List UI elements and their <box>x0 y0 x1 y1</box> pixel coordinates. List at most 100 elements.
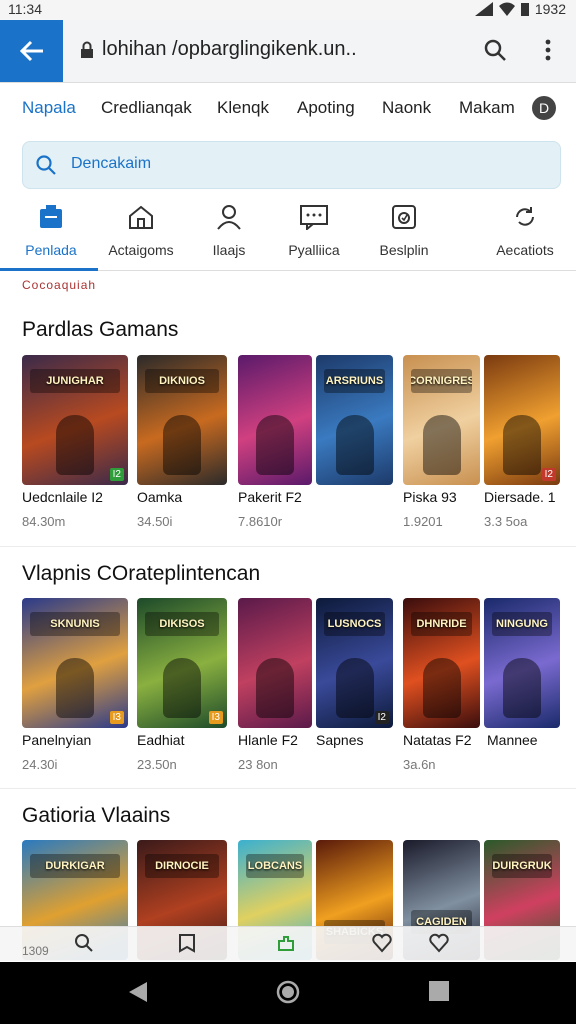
nav-label: Beslplin <box>379 242 429 258</box>
category-tab[interactable]: Credlianqak <box>101 98 192 118</box>
cover-logo: SKNUNIS <box>30 612 120 636</box>
category-tab[interactable]: Makam <box>459 98 515 118</box>
back-icon[interactable] <box>127 980 149 1004</box>
game-title[interactable]: Sapnes <box>316 732 363 748</box>
cover-logo: DURKIGAR <box>30 854 120 878</box>
game-title[interactable]: Panelnyian <box>22 732 91 748</box>
nav-label: Ilaajs <box>212 242 246 258</box>
game-size: 34.50i <box>137 514 173 529</box>
cover-figure <box>422 415 461 475</box>
back-arrow-icon <box>19 40 43 62</box>
game-cover[interactable]: JUNIGHAR I2 <box>22 355 128 485</box>
game-title[interactable]: Oamka <box>137 489 182 505</box>
nav-item[interactable]: Ilaajs <box>181 202 277 258</box>
game-cover[interactable]: LUSNOCS I2 <box>316 598 393 728</box>
game-cover[interactable]: DIKISOS I3 <box>137 598 227 728</box>
game-title[interactable]: Eadhiat <box>137 732 184 748</box>
game-title[interactable]: Uedcnlaile I2 <box>22 489 103 505</box>
cover-figure <box>56 415 94 475</box>
game-title[interactable]: Diersade. 1 <box>484 489 556 505</box>
cover-figure <box>422 658 461 718</box>
cover-logo: DIKISOS <box>145 612 219 636</box>
cover-figure <box>163 658 201 718</box>
heart-icon[interactable] <box>372 933 392 953</box>
cover-logo: LOBCANS <box>246 854 304 878</box>
category-tabs: Napala Credlianqak Klenqk Apoting Naonk … <box>0 86 576 130</box>
cover-figure <box>256 415 294 475</box>
game-cover[interactable]: I2 <box>484 355 560 485</box>
age-rating-badge: I3 <box>109 711 124 724</box>
game-size: 24.30i <box>22 757 58 772</box>
cover-logo: CORNIGRES <box>411 369 472 393</box>
search-icon[interactable] <box>74 933 94 953</box>
game-cover[interactable]: DHNRIDE <box>403 598 480 728</box>
section-nav: Penlada Actaigoms Ilaajs Pyalliica Beslp… <box>0 196 576 271</box>
person-icon <box>217 205 241 230</box>
cover-logo: ARSRIUNS <box>324 369 385 393</box>
recents-icon[interactable] <box>428 980 450 1002</box>
url-bar[interactable]: lohihan /opbarglingikenk.un.. <box>80 38 357 61</box>
nav-item[interactable]: Penlada <box>3 202 99 258</box>
home-button-icon[interactable] <box>276 980 300 1004</box>
category-tab[interactable]: Napala <box>22 98 76 118</box>
active-nav-indicator <box>0 268 98 271</box>
cut-off-heading: Cocoaquiah <box>22 278 97 292</box>
category-tab[interactable]: Apoting <box>297 98 355 118</box>
game-cover[interactable]: ARSRIUNS <box>316 355 393 485</box>
age-rating-badge: I2 <box>109 468 124 481</box>
nav-item[interactable]: Aecatiots <box>477 202 573 258</box>
heart-icon[interactable] <box>429 933 449 953</box>
cover-logo: DUIRGRUK <box>492 854 552 878</box>
cover-figure <box>503 658 541 718</box>
more-categories-button[interactable]: D <box>532 96 556 120</box>
game-cover[interactable]: DIKNIOS <box>137 355 227 485</box>
search-placeholder: Dencakaim <box>71 155 152 172</box>
age-rating-badge: I3 <box>208 711 223 724</box>
nav-label: Aecatiots <box>496 242 554 258</box>
game-cover[interactable] <box>238 598 312 728</box>
age-rating-badge: I2 <box>541 468 556 481</box>
category-tab[interactable]: Naonk <box>382 98 431 118</box>
status-time: 11:34 <box>8 1 42 17</box>
section-title: Pardlas Gamans <box>22 318 179 341</box>
search-bar[interactable]: Dencakaim <box>22 141 561 189</box>
cover-figure <box>503 415 541 475</box>
cut-off-text: 1309 <box>22 944 49 958</box>
game-title[interactable]: Natatas F2 <box>403 732 471 748</box>
cover-logo: NINGUNG <box>492 612 552 636</box>
category-tab[interactable]: Klenqk <box>217 98 269 118</box>
game-title[interactable]: Piska 93 <box>403 489 457 505</box>
game-size: 3.3 5oa <box>484 514 528 529</box>
game-cover[interactable]: SKNUNIS I3 <box>22 598 128 728</box>
book-icon[interactable] <box>178 933 196 953</box>
battery-level: 1932 <box>534 1 566 17</box>
nav-item[interactable]: Pyalliica <box>266 202 362 258</box>
game-cover[interactable]: CORNIGRES <box>403 355 480 485</box>
search-icon <box>36 155 56 175</box>
more-vert-icon[interactable] <box>540 38 556 62</box>
game-title[interactable]: Mannee <box>487 732 538 748</box>
cover-logo: DIRNOCIE <box>145 854 219 878</box>
cover-figure <box>256 658 294 718</box>
url-text: lohihan /opbarglingikenk.un.. <box>102 38 357 60</box>
lock-icon <box>81 41 93 58</box>
game-title[interactable]: Pakerit F2 <box>238 489 302 505</box>
game-title[interactable]: Hlanle F2 <box>238 732 298 748</box>
cover-figure <box>335 658 374 718</box>
search-icon[interactable] <box>483 38 507 62</box>
puzzle-icon[interactable] <box>276 933 296 953</box>
cover-logo: DHNRIDE <box>411 612 472 636</box>
message-icon <box>300 205 328 230</box>
home-icon <box>129 205 153 229</box>
nav-item[interactable]: Actaigoms <box>93 202 189 258</box>
cover-logo: LUSNOCS <box>324 612 385 636</box>
cover-logo: JUNIGHAR <box>30 369 120 393</box>
game-size: 1.9201 <box>403 514 443 529</box>
game-cover[interactable] <box>238 355 312 485</box>
nav-label: Pyalliica <box>288 242 340 258</box>
back-button[interactable] <box>0 20 63 82</box>
game-size: 7.8610r <box>238 514 283 529</box>
nav-item[interactable]: Beslplin <box>356 202 452 258</box>
section-title: Gatioria Vlaains <box>22 804 171 827</box>
game-cover[interactable]: NINGUNG <box>484 598 560 728</box>
